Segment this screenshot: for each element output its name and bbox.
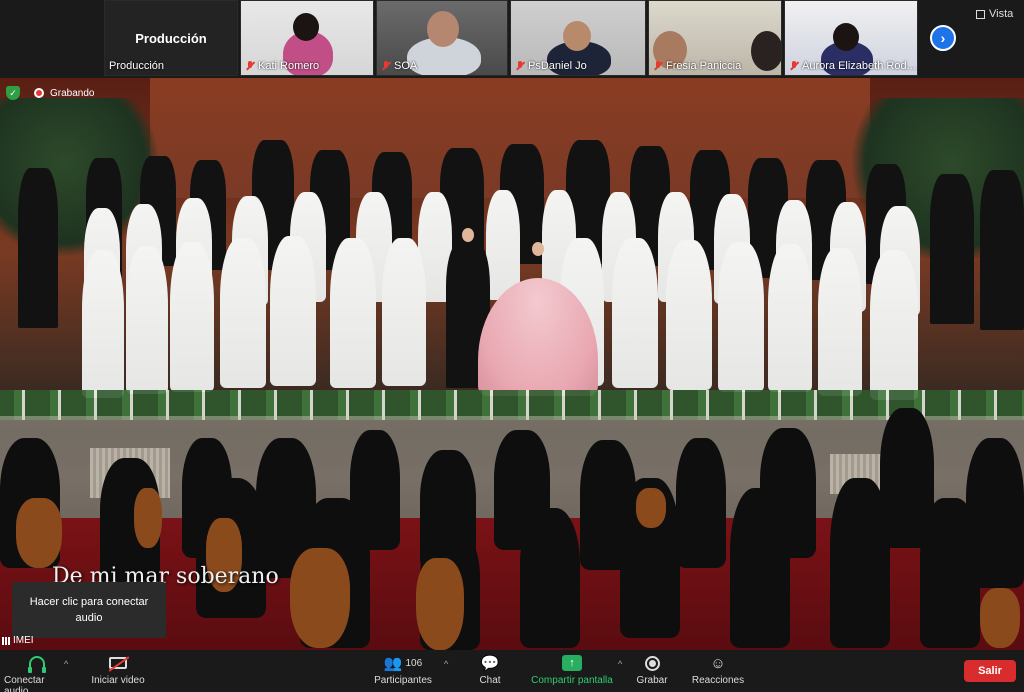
instrument [16, 498, 62, 568]
recording-dot-icon [34, 88, 44, 98]
cello [416, 558, 464, 650]
chat-bubble-icon: 💬 [480, 655, 500, 672]
gallery-next-button[interactable]: › [930, 25, 956, 51]
participant-head [563, 21, 591, 51]
security-shield-icon: ✓ [6, 86, 20, 100]
leave-button[interactable]: Salir [964, 660, 1016, 682]
tile-name: SOA [381, 60, 417, 72]
people-icon: 👥 [383, 655, 403, 672]
singer [126, 246, 168, 394]
singer [718, 242, 764, 392]
record-button[interactable]: Grabar [634, 654, 670, 686]
tile-participant-4[interactable]: Fresia Paniccia [648, 0, 782, 76]
participant-head [293, 13, 319, 41]
grid-view-icon [976, 9, 985, 19]
share-screen-button[interactable]: ↑ Compartir pantalla [528, 654, 616, 686]
tile-participant-5[interactable]: Aurora Elizabeth Rod... [784, 0, 918, 76]
tile-name-produccion: Producción [109, 60, 165, 72]
signal-bars-icon [2, 636, 10, 645]
participant-head [751, 31, 781, 71]
connect-audio-tooltip[interactable]: Hacer clic para conectar audio [12, 582, 166, 638]
smiley-icon: ☺ [710, 654, 726, 672]
network-indicator: IMEI [2, 635, 34, 646]
singer [870, 250, 918, 400]
singer [768, 244, 812, 392]
chat-button[interactable]: 💬 Chat [474, 654, 506, 686]
mic-muted-icon [381, 61, 391, 71]
musician [966, 438, 1024, 588]
instrument [980, 588, 1020, 648]
chevron-right-icon: › [940, 30, 946, 46]
tile-name: Kati Romero [245, 60, 319, 72]
mic-muted-icon [515, 61, 525, 71]
tile-produccion[interactable]: Producción Producción [104, 0, 238, 76]
singer [82, 250, 124, 398]
musician [350, 430, 400, 550]
gallery-strip: Producción Producción Kati Romero SOA Ps… [0, 0, 1024, 78]
singer [270, 236, 316, 386]
singer [330, 238, 376, 388]
share-arrow-icon: ↑ [562, 655, 582, 671]
singer [980, 170, 1024, 330]
participant-head [833, 23, 859, 51]
singer [170, 242, 214, 392]
recording-label: Grabando [50, 87, 95, 99]
instrument [134, 488, 162, 548]
mic-muted-icon [653, 61, 663, 71]
participant-head [427, 11, 459, 47]
instrument [636, 488, 666, 528]
meeting-toolbar: Conectar audio ^ Iniciar video 👥 106 Part… [0, 650, 1024, 692]
singer [818, 248, 862, 396]
tile-name: PsDaniel Jo [515, 60, 587, 72]
mic-muted-icon [245, 61, 255, 71]
reactions-button[interactable]: ☺ Reacciones [690, 654, 746, 687]
chevron-up-icon[interactable]: ^ [444, 659, 448, 669]
musician [760, 428, 816, 558]
mic-muted-icon [789, 61, 799, 71]
record-icon [644, 655, 660, 671]
zoom-meeting-window: Producción Producción Kati Romero SOA Ps… [0, 0, 1024, 692]
connect-audio-button[interactable]: Conectar audio [4, 654, 70, 692]
chevron-up-icon[interactable]: ^ [618, 659, 622, 669]
cello [290, 548, 350, 648]
headphones-icon [28, 656, 46, 673]
view-button[interactable]: Vista [976, 8, 1013, 20]
singer [382, 238, 426, 386]
recording-indicator[interactable]: ✓ Grabando [6, 86, 94, 100]
tile-name: Aurora Elizabeth Rod... [789, 60, 916, 72]
singer [612, 238, 658, 388]
soloist-face [462, 228, 474, 242]
video-off-icon [109, 657, 127, 669]
participants-button[interactable]: 👥 106 Participantes [370, 654, 436, 686]
singer [18, 168, 58, 328]
singer [666, 240, 712, 390]
singer [930, 174, 974, 324]
tile-participant-3[interactable]: PsDaniel Jo [510, 0, 646, 76]
musician [520, 508, 580, 648]
tile-participant-2[interactable]: SOA [376, 0, 508, 76]
produccion-title: Producción [135, 31, 207, 46]
musician [676, 438, 726, 568]
shared-video: De mi mar soberano ✓ Grabando Hacer clic… [0, 78, 1024, 650]
tile-name: Fresia Paniccia [653, 60, 741, 72]
singer [220, 238, 266, 388]
soloist-face [532, 242, 544, 256]
chevron-up-icon[interactable]: ^ [64, 659, 68, 669]
start-video-button[interactable]: Iniciar video [88, 654, 148, 686]
tile-participant-1[interactable]: Kati Romero [240, 0, 374, 76]
